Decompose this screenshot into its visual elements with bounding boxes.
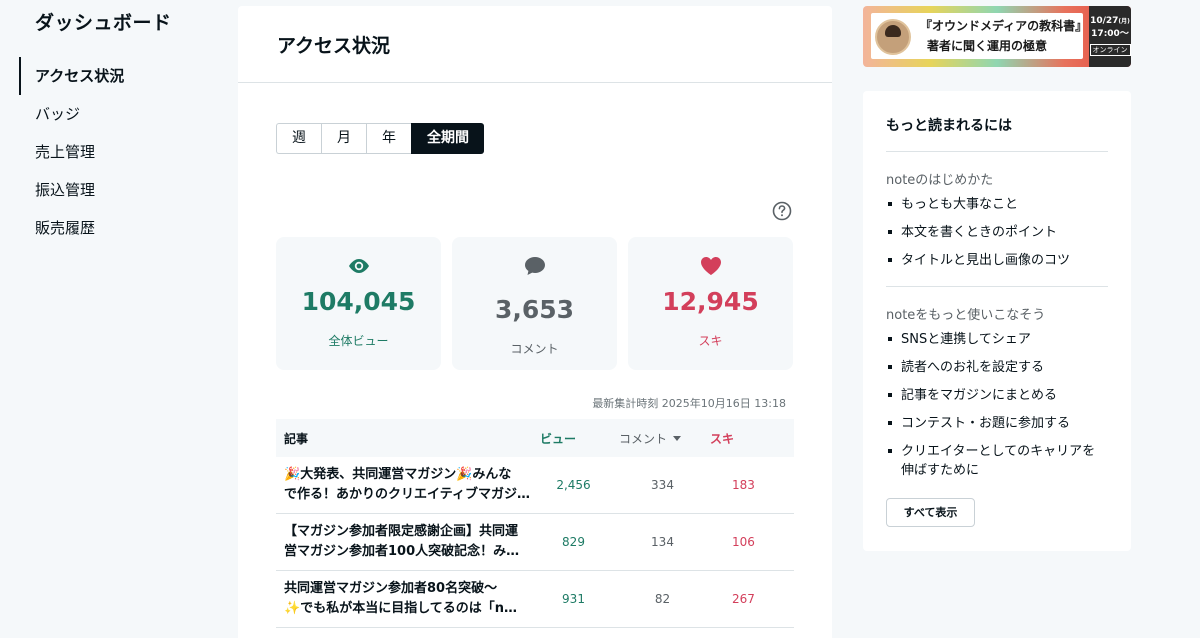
- tips-section-heading: noteのはじめかた: [886, 173, 994, 188]
- row-views: 829: [562, 535, 585, 549]
- row-comments: 134: [651, 535, 674, 549]
- articles-table: 記事 ビュー コメント スキ 🎉大発表、共同運営マガジン🎉みんな で作る！あかり…: [276, 419, 794, 638]
- likes-card: 12,945 スキ: [628, 237, 793, 370]
- tips-list: もっとも大事なこと 本文を書くときのポイント タイトルと見出し画像のコツ: [886, 195, 1108, 279]
- views-label: 全体ビュー: [328, 334, 389, 348]
- banner-subtitle: 著者に聞く運用の極意: [927, 39, 1048, 53]
- tips-section-heading: noteをもっと使いこなそう: [886, 308, 1046, 323]
- show-all-button[interactable]: すべて表示: [886, 498, 975, 527]
- header-views[interactable]: ビュー: [531, 430, 616, 447]
- divider: [886, 151, 1108, 152]
- sidebar-title: ダッシュボード: [35, 12, 172, 34]
- sidebar-item-access[interactable]: アクセス状況: [0, 57, 238, 95]
- row-comments: 334: [651, 478, 674, 492]
- sort-desc-icon: [673, 435, 682, 441]
- banner-date: 10/27(月) 17:00〜 オンライン: [1089, 6, 1131, 67]
- party-popper-icon: 🎉: [284, 467, 301, 482]
- eye-icon: [348, 259, 369, 273]
- sparkle-icon: ✨: [284, 601, 301, 616]
- comments-card: 3,653 コメント: [452, 237, 617, 370]
- tips-link[interactable]: クリエイターとしてのキャリアを伸ばすために: [886, 442, 1108, 480]
- main-card: アクセス状況 週 月 年 全期間 104,045 全体ビュー 3,653 コメン…: [238, 6, 832, 638]
- speech-bubble-icon: [524, 257, 545, 275]
- header-comments[interactable]: コメント: [616, 430, 709, 447]
- likes-value: 12,945: [662, 287, 759, 316]
- tips-title: もっと読まれるには: [886, 118, 1012, 134]
- table-header: 記事 ビュー コメント スキ: [276, 419, 794, 457]
- comments-label: コメント: [510, 342, 559, 356]
- tab-week[interactable]: 週: [276, 123, 321, 154]
- updated-timestamp: 最新集計時刻 2025年10月16日 13:18: [592, 397, 786, 410]
- sidebar-item-sales-history[interactable]: 販売履歴: [0, 209, 238, 247]
- views-card: 104,045 全体ビュー: [276, 237, 441, 370]
- article-title[interactable]: 🎉大発表、共同運営マガジン🎉みんな で作る！あかりのクリエイティブマガジ…: [276, 465, 531, 505]
- tab-month[interactable]: 月: [321, 123, 366, 154]
- header-likes[interactable]: スキ: [709, 430, 794, 447]
- likes-label: スキ: [698, 334, 723, 348]
- tips-link[interactable]: タイトルと見出し画像のコツ: [886, 251, 1108, 270]
- period-tabs: 週 月 年 全期間: [276, 123, 484, 154]
- row-likes: 267: [732, 592, 755, 606]
- tips-link[interactable]: 読者へのお礼を設定する: [886, 358, 1108, 377]
- table-row-partial: [276, 628, 794, 638]
- row-likes: 106: [732, 535, 755, 549]
- tips-link[interactable]: もっとも大事なこと: [886, 195, 1108, 214]
- header-article: 記事: [284, 431, 309, 446]
- dashboard-page: ダッシュボード アクセス状況 バッジ 売上管理 振込管理 販売履歴 アクセス状況…: [0, 0, 1200, 638]
- tab-all-time[interactable]: 全期間: [411, 123, 484, 154]
- row-views: 931: [562, 592, 585, 606]
- sidebar-item-badges[interactable]: バッジ: [0, 95, 238, 133]
- tips-link[interactable]: 本文を書くときのポイント: [886, 223, 1108, 242]
- article-title[interactable]: 共同運営マガジン参加者80名突破〜 ✨でも私が本当に目指してるのは「n…: [276, 579, 531, 619]
- table-row[interactable]: 🎉大発表、共同運営マガジン🎉みんな で作る！あかりのクリエイティブマガジ… 2,…: [276, 457, 794, 514]
- row-likes: 183: [732, 478, 755, 492]
- row-views: 2,456: [556, 478, 591, 492]
- table-row[interactable]: 共同運営マガジン参加者80名突破〜 ✨でも私が本当に目指してるのは「n… 931…: [276, 571, 794, 628]
- tips-panel: もっと読まれるには noteのはじめかた もっとも大事なこと 本文を書くときのポ…: [863, 91, 1131, 551]
- sidebar-nav: アクセス状況 バッジ 売上管理 振込管理 販売履歴: [0, 57, 238, 247]
- sidebar: ダッシュボード アクセス状況 バッジ 売上管理 振込管理 販売履歴: [0, 0, 238, 638]
- table-row[interactable]: 【マガジン参加者限定感謝企画】共同運 営マガジン参加者100人突破記念！み… 8…: [276, 514, 794, 571]
- help-icon[interactable]: [772, 201, 792, 221]
- article-title[interactable]: 【マガジン参加者限定感謝企画】共同運 営マガジン参加者100人突破記念！み…: [276, 522, 531, 562]
- main-header: アクセス状況: [238, 6, 832, 83]
- page-title: アクセス状況: [277, 34, 391, 57]
- tab-year[interactable]: 年: [366, 123, 411, 154]
- comments-value: 3,653: [494, 295, 575, 324]
- divider: [886, 286, 1108, 287]
- sidebar-item-transfers[interactable]: 振込管理: [0, 171, 238, 209]
- online-badge: オンライン: [1089, 44, 1131, 56]
- row-comments: 82: [654, 592, 671, 606]
- event-banner[interactable]: 『オウンドメディアの教科書』 著者に聞く運用の極意 10/27(月) 17:00…: [863, 6, 1131, 67]
- avatar: [875, 19, 911, 55]
- views-value: 104,045: [301, 287, 416, 316]
- stats-cards: 104,045 全体ビュー 3,653 コメント 12,945 スキ: [276, 237, 793, 370]
- sidebar-item-sales[interactable]: 売上管理: [0, 133, 238, 171]
- heart-icon: [700, 257, 721, 275]
- tips-link[interactable]: SNSと連携してシェア: [886, 330, 1108, 349]
- party-popper-icon: 🎉: [456, 467, 473, 482]
- tips-link[interactable]: 記事をマガジンにまとめる: [886, 386, 1108, 405]
- header-comments-label: コメント: [619, 431, 668, 446]
- tips-list: SNSと連携してシェア 読者へのお礼を設定する 記事をマガジンにまとめる コンテ…: [886, 330, 1108, 489]
- tips-link[interactable]: コンテスト・お題に参加する: [886, 414, 1108, 433]
- banner-title: 『オウンドメディアの教科書』: [920, 19, 1088, 33]
